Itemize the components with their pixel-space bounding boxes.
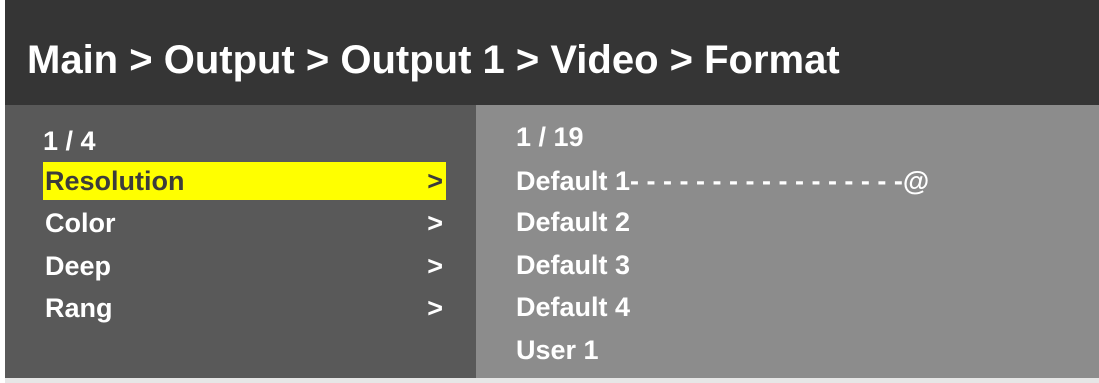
menu-item-label: Color xyxy=(45,208,116,238)
option-default-3[interactable]: Default 3 xyxy=(516,246,630,284)
menu-list-panel: 1 / 4 Resolution > Color > Deep > Rang > xyxy=(5,105,476,383)
options-panel: 1 / 19 Default 1- - - - - - - - - - - - … xyxy=(476,105,1099,383)
option-label: Default 3 xyxy=(516,250,631,280)
option-default-4[interactable]: Default 4 xyxy=(516,288,630,326)
option-label: Default 4 xyxy=(516,292,631,322)
menu-item-resolution[interactable]: Resolution > xyxy=(43,162,446,200)
submenu-arrow-icon: > xyxy=(427,208,443,238)
menu-header: Main > Output > Output 1 > Video > Forma… xyxy=(5,0,1099,105)
menu-item-rang[interactable]: Rang > xyxy=(43,289,446,327)
current-selection-marker: @ xyxy=(902,166,930,196)
option-label: Default 1 xyxy=(516,166,631,196)
menu-item-label: Resolution xyxy=(45,166,185,196)
menu-item-deep[interactable]: Deep > xyxy=(43,247,446,285)
options-page-counter: 1 / 19 xyxy=(516,122,584,152)
menu-page-counter: 1 / 4 xyxy=(43,126,96,156)
option-default-2[interactable]: Default 2 xyxy=(516,203,630,241)
submenu-arrow-icon: > xyxy=(427,251,443,281)
submenu-arrow-icon: > xyxy=(427,166,443,196)
breadcrumb: Main > Output > Output 1 > Video > Forma… xyxy=(27,38,840,82)
option-label: Default 2 xyxy=(516,207,631,237)
submenu-arrow-icon: > xyxy=(427,293,443,323)
option-label: User 1 xyxy=(516,335,599,365)
bottom-border xyxy=(5,378,1099,383)
osd-menu: Main > Output > Output 1 > Video > Forma… xyxy=(5,0,1099,383)
menu-item-color[interactable]: Color > xyxy=(43,204,446,242)
menu-item-label: Rang xyxy=(45,293,113,323)
option-user-1[interactable]: User 1 xyxy=(516,331,599,369)
option-default-1[interactable]: Default 1- - - - - - - - - - - - - - - -… xyxy=(516,162,929,200)
option-leader-dashes: - - - - - - - - - - - - - - - - - xyxy=(630,166,903,196)
menu-item-label: Deep xyxy=(45,251,112,281)
